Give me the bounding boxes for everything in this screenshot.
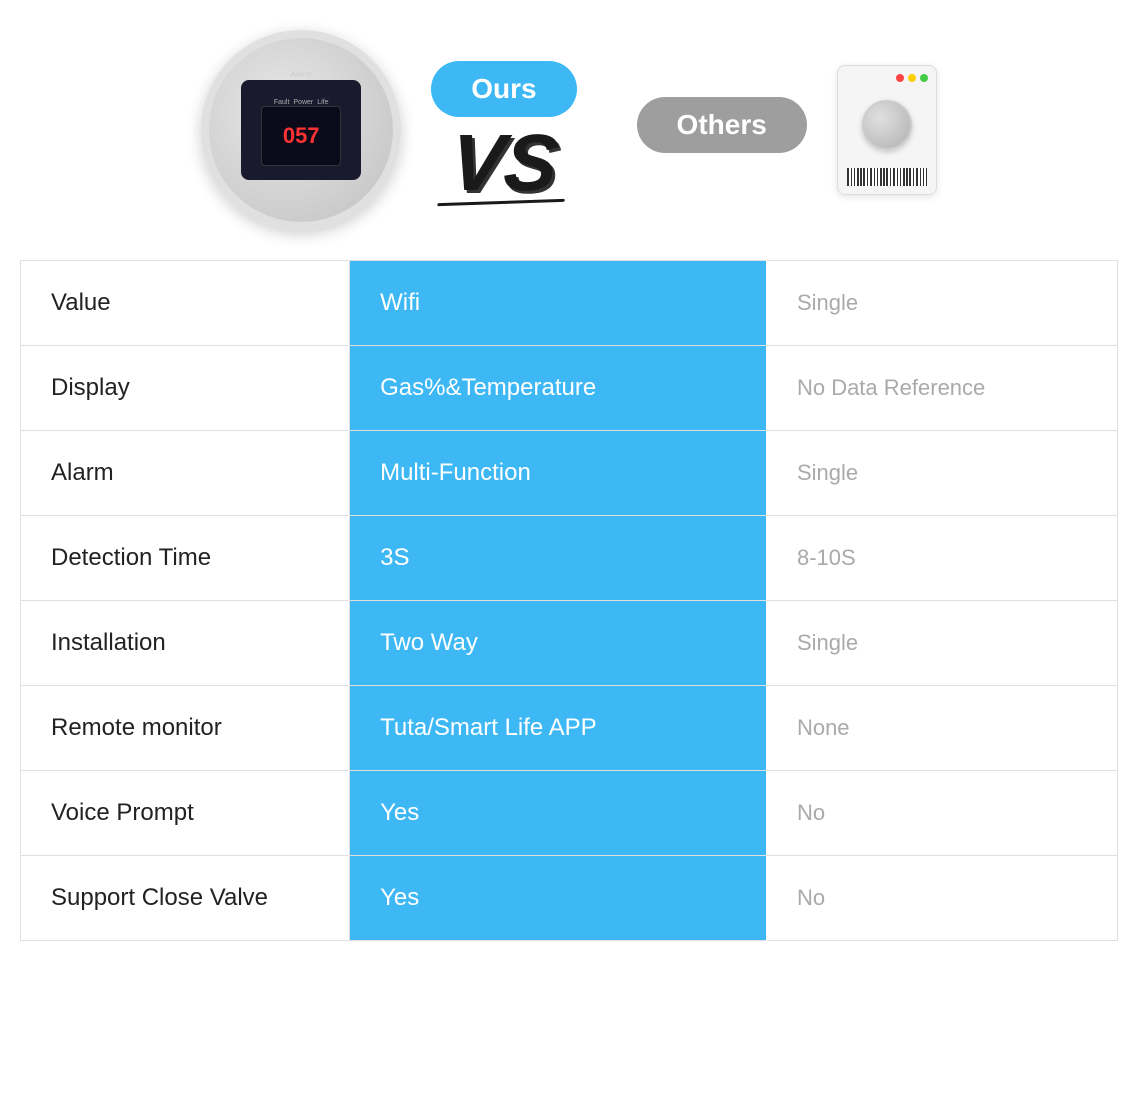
ours-cell: 3S	[350, 516, 767, 601]
vs-text: VS	[447, 127, 560, 199]
others-device-barcode	[847, 168, 927, 186]
ours-cell: Two Way	[350, 601, 767, 686]
others-device-image	[837, 65, 937, 195]
led-red	[896, 74, 904, 82]
ours-badge: Ours	[431, 61, 576, 117]
others-device-button	[862, 100, 912, 150]
ours-cell: Multi-Function	[350, 431, 767, 516]
feature-cell: Display	[21, 346, 350, 431]
feature-cell: Remote monitor	[21, 686, 350, 771]
table-row: Support Close ValveYesNo	[21, 856, 1118, 941]
vs-section: Ours VS	[401, 61, 606, 199]
table-row: ValueWifiSingle	[21, 261, 1118, 346]
table-row: DisplayGas%&TemperatureNo Data Reference	[21, 346, 1118, 431]
others-cell: Single	[766, 261, 1117, 346]
feature-cell: Alarm	[21, 431, 350, 516]
ours-cell: Wifi	[350, 261, 767, 346]
alarm-label-text: Alarm	[291, 70, 312, 79]
others-badge: Others	[637, 97, 807, 153]
others-cell: Single	[766, 431, 1117, 516]
table-row: Detection Time3S8-10S	[21, 516, 1118, 601]
our-device-image: Alarm Fault Power Life 057	[201, 30, 401, 230]
others-cell: No	[766, 771, 1117, 856]
power-label: Power	[293, 99, 313, 106]
led-yellow	[908, 74, 916, 82]
others-cell: None	[766, 686, 1117, 771]
ours-cell: Tuta/Smart Life APP	[350, 686, 767, 771]
ours-cell: Gas%&Temperature	[350, 346, 767, 431]
others-cell: Single	[766, 601, 1117, 686]
table-row: Remote monitorTuta/Smart Life APPNone	[21, 686, 1118, 771]
header-section: Alarm Fault Power Life 057 Ours VS Other…	[0, 0, 1138, 250]
table-row: AlarmMulti-FunctionSingle	[21, 431, 1118, 516]
comparison-table: ValueWifiSingleDisplayGas%&TemperatureNo…	[20, 260, 1118, 941]
feature-cell: Support Close Valve	[21, 856, 350, 941]
feature-cell: Value	[21, 261, 350, 346]
life-label: Life	[317, 99, 328, 106]
device-number: 057	[283, 123, 320, 149]
others-cell: No Data Reference	[766, 346, 1117, 431]
ours-cell: Yes	[350, 771, 767, 856]
device-screen: 057	[261, 106, 341, 166]
led-group	[896, 74, 928, 82]
feature-cell: Detection Time	[21, 516, 350, 601]
table-row: InstallationTwo WaySingle	[21, 601, 1118, 686]
others-section: Others	[607, 97, 837, 163]
others-cell: No	[766, 856, 1117, 941]
feature-cell: Installation	[21, 601, 350, 686]
table-row: Voice PromptYesNo	[21, 771, 1118, 856]
ours-cell: Yes	[350, 856, 767, 941]
others-cell: 8-10S	[766, 516, 1117, 601]
fault-label: Fault	[274, 99, 290, 106]
feature-cell: Voice Prompt	[21, 771, 350, 856]
led-green	[920, 74, 928, 82]
